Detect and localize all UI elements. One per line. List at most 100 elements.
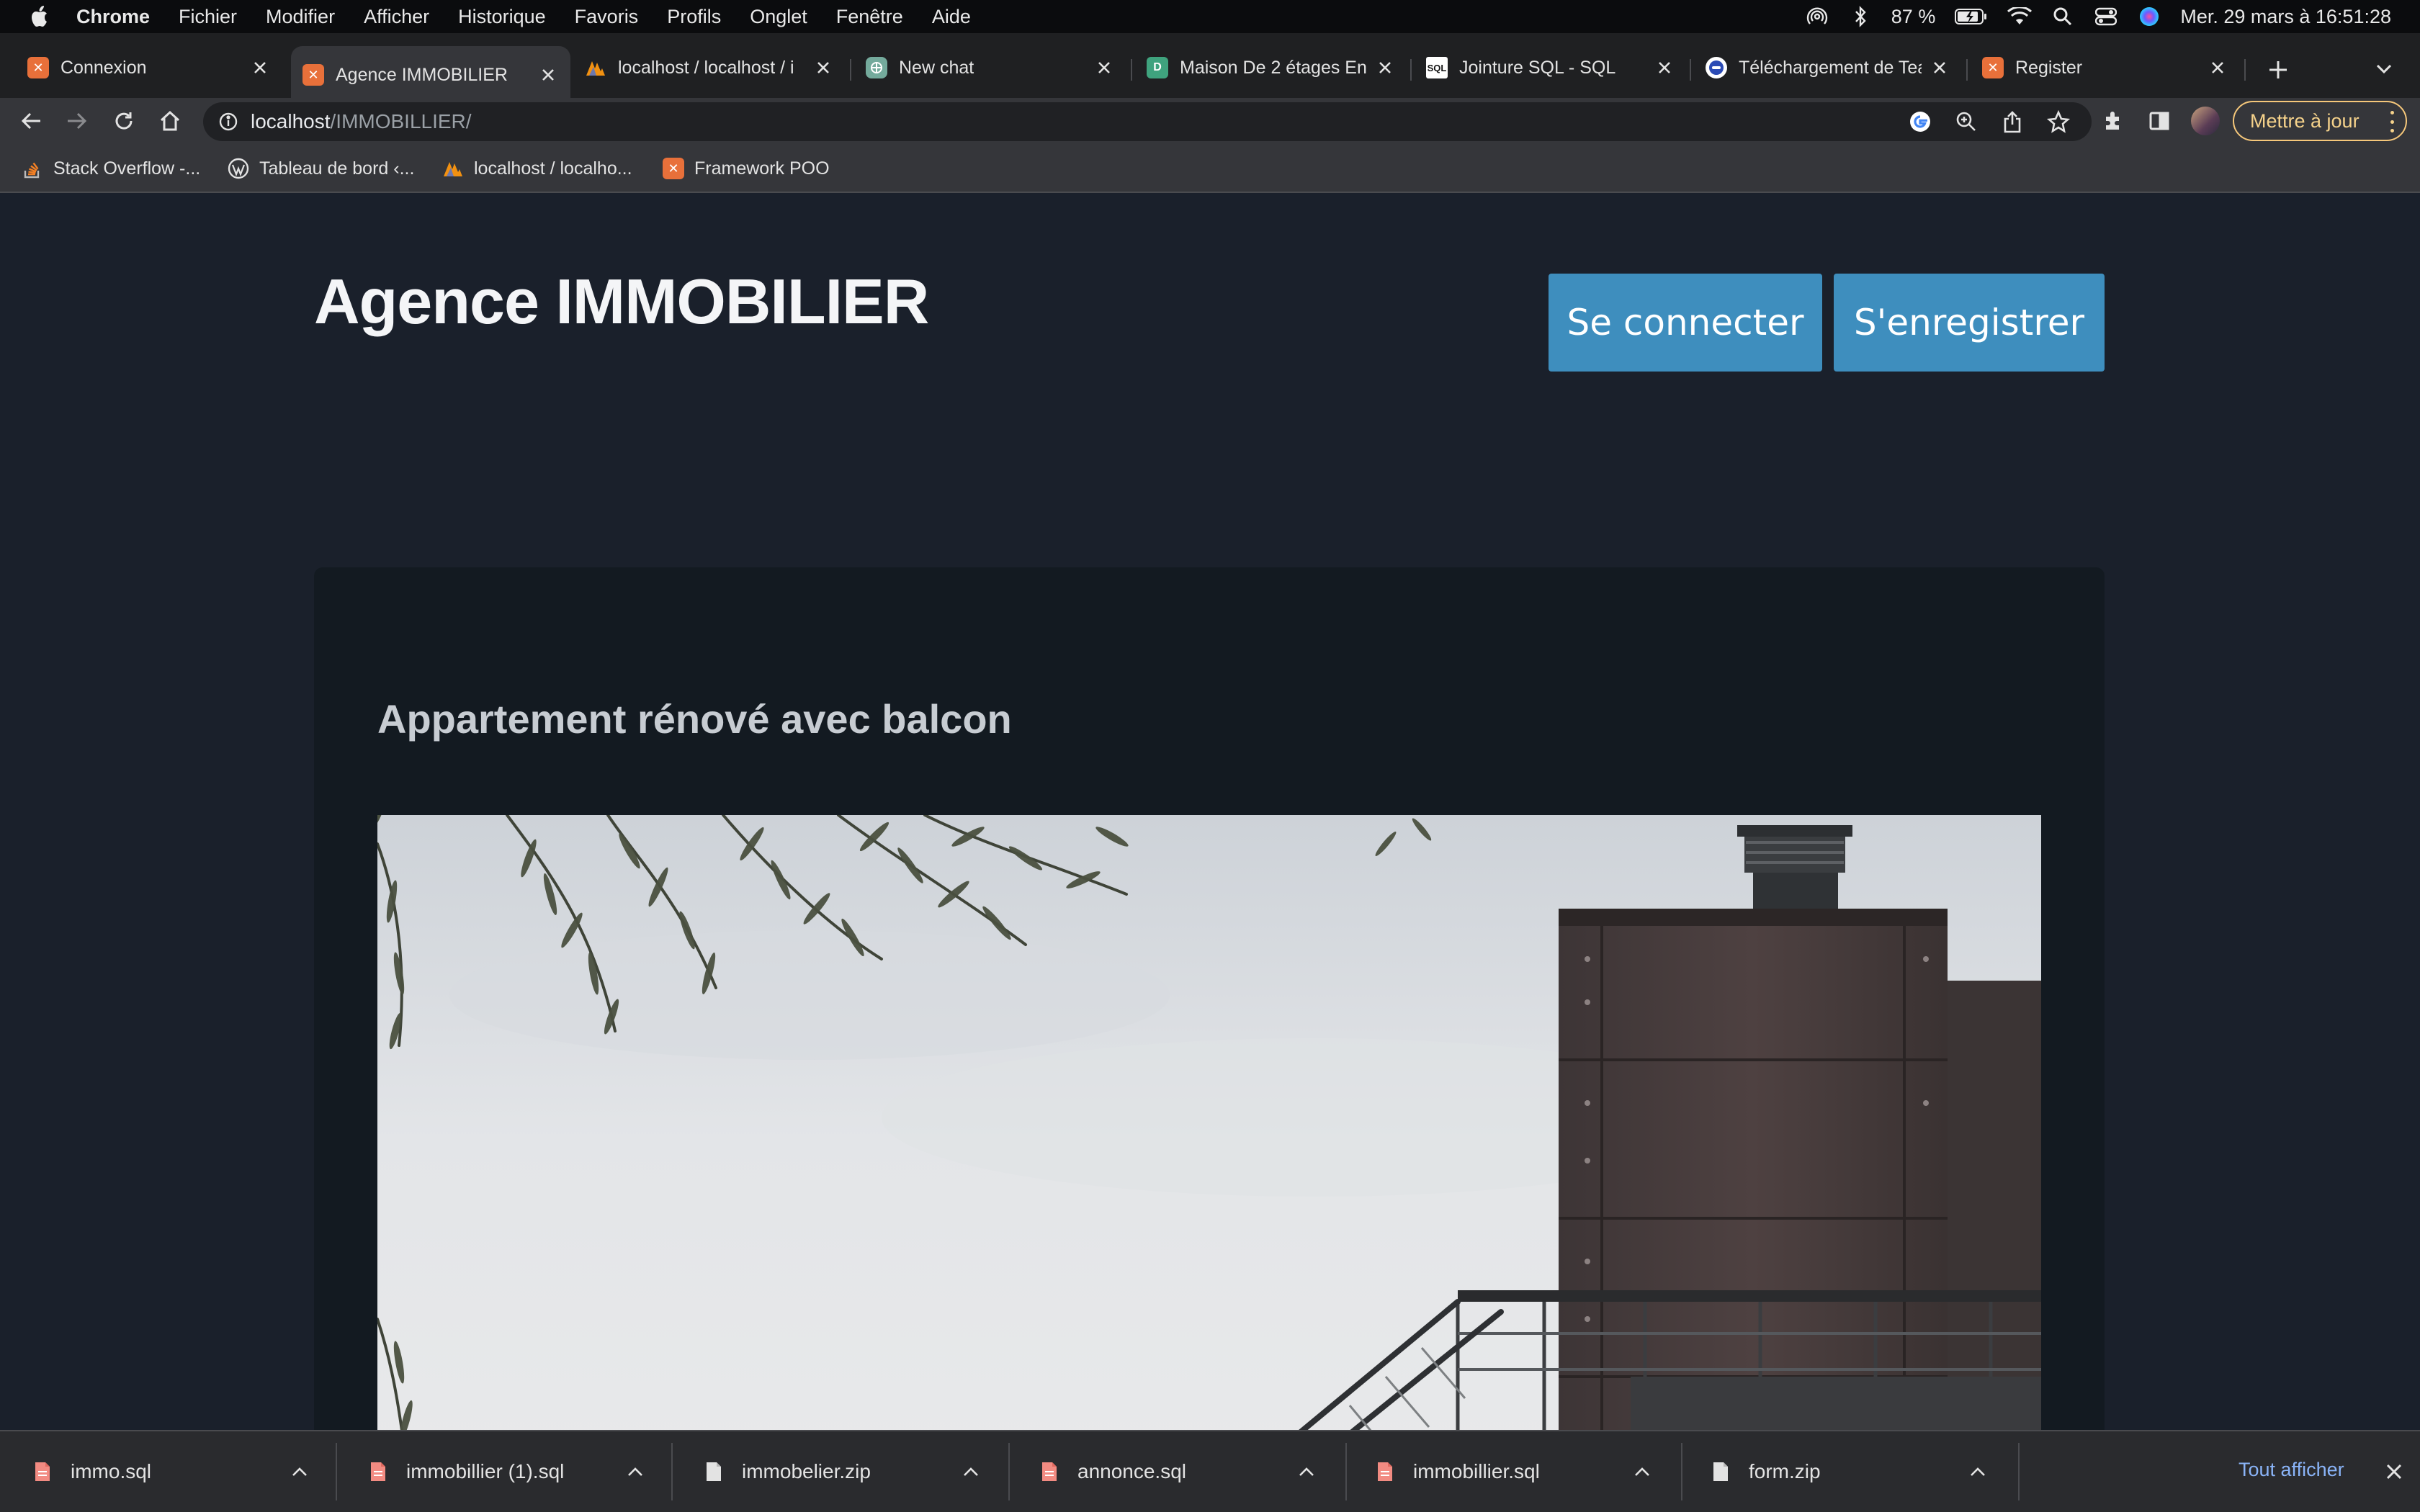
bookmark-label: Tableau de bord ‹... (259, 158, 415, 179)
bluetooth-icon[interactable] (1848, 4, 1873, 29)
siri-icon[interactable] (2137, 4, 2161, 29)
close-tab-icon[interactable] (812, 57, 834, 78)
xampp-icon: ✕ (663, 158, 684, 179)
bookmark-wordpress[interactable]: Tableau de bord ‹... (228, 154, 414, 183)
menu-afficher[interactable]: Afficher (364, 6, 429, 28)
tab-jointure-sql[interactable]: SQL Jointure SQL - SQL (1415, 49, 1687, 86)
spotlight-search-icon[interactable] (2051, 4, 2075, 29)
chevron-up-icon[interactable] (1294, 1459, 1319, 1485)
address-bar[interactable]: localhost/IMMOBILLIER/ (203, 102, 2092, 141)
listing-title[interactable]: Appartement rénové avec balcon (377, 696, 1012, 742)
menu-favoris[interactable]: Favoris (575, 6, 639, 28)
close-tab-icon[interactable] (1929, 57, 1950, 78)
stackoverflow-icon (22, 158, 43, 179)
wifi-icon[interactable] (2007, 4, 2033, 29)
tab-search-chevron-icon[interactable] (2370, 55, 2398, 84)
file-icon (1039, 1459, 1060, 1485)
more-menu-icon[interactable] (2388, 111, 2396, 132)
listing-card[interactable]: Appartement rénové avec balcon (314, 567, 2105, 1430)
download-item[interactable]: immobillier (1).sql (336, 1431, 648, 1512)
chevron-up-icon[interactable] (1965, 1459, 1991, 1485)
avatar (2191, 107, 2220, 135)
extensions-puzzle-icon[interactable] (2097, 105, 2129, 137)
bookmark-localhost[interactable]: localhost / localho... (442, 154, 632, 183)
tab-phpmyadmin[interactable]: localhost / localhost / i (573, 49, 846, 86)
close-icon[interactable] (2380, 1457, 2408, 1486)
close-tab-icon[interactable] (1374, 57, 1396, 78)
file-icon (367, 1459, 389, 1485)
share-icon[interactable] (1996, 106, 2028, 138)
update-chrome-button[interactable]: Mettre à jour (2233, 101, 2407, 141)
file-icon (1374, 1459, 1396, 1485)
site-icon: D (1147, 57, 1168, 78)
url-path: /IMMOBILLIER/ (330, 110, 472, 132)
menubar-clock[interactable]: Mer. 29 mars à 16:51:28 (2180, 6, 2391, 28)
new-tab-button[interactable] (2262, 53, 2295, 86)
download-item[interactable]: immobelier.zip (671, 1431, 984, 1512)
download-file-name: immobillier.sql (1413, 1460, 1540, 1482)
control-center-icon[interactable] (2094, 4, 2118, 29)
profile-avatar[interactable] (2190, 105, 2221, 137)
tab-register[interactable]: ✕ Register (1971, 49, 2240, 86)
tab-separator (2244, 59, 2246, 81)
menu-modifier[interactable]: Modifier (266, 6, 335, 28)
home-button[interactable] (154, 105, 186, 137)
close-tab-icon[interactable] (249, 57, 271, 78)
menu-fichier[interactable]: Fichier (179, 6, 237, 28)
close-tab-icon[interactable] (2207, 57, 2228, 78)
menu-app-name[interactable]: Chrome (76, 6, 150, 28)
chevron-up-icon[interactable] (1629, 1459, 1655, 1485)
battery-icon[interactable] (1954, 4, 1989, 29)
listing-photo[interactable] (377, 815, 2041, 1430)
menu-onglet[interactable]: Onglet (750, 6, 807, 28)
reload-button[interactable] (108, 105, 140, 137)
bookmark-label: Framework POO (694, 158, 830, 179)
back-button[interactable] (16, 105, 48, 137)
download-item[interactable]: annonce.sql (1007, 1431, 1319, 1512)
side-panel-icon[interactable] (2143, 105, 2175, 137)
phpmyadmin-icon (442, 158, 464, 179)
tab-title: Agence IMMOBILIER (336, 64, 508, 85)
tab-new-chat[interactable]: New chat (854, 49, 1126, 86)
update-label: Mettre à jour (2250, 109, 2360, 132)
login-button[interactable]: Se connecter (1549, 274, 1822, 372)
menu-fenetre[interactable]: Fenêtre (836, 6, 903, 28)
menu-profils[interactable]: Profils (667, 6, 721, 28)
downloads-shelf: immo.sql immobillier (1).sql immobelier.… (0, 1430, 2420, 1512)
tab-connexion[interactable]: ✕ Connexion (16, 49, 282, 86)
tab-title: Maison De 2 étages En (1180, 57, 1367, 78)
tab-title: localhost / localhost / i (618, 57, 794, 78)
apple-menu-icon[interactable] (26, 2, 55, 31)
download-item[interactable]: immobillier.sql (1343, 1431, 1655, 1512)
download-item[interactable]: immo.sql (0, 1431, 313, 1512)
url-text[interactable]: localhost/IMMOBILLIER/ (251, 110, 472, 133)
teams-icon (1706, 57, 1727, 78)
tab-strip: ✕ Connexion ✕ Agence IMMOBILIER localhos… (0, 33, 2420, 107)
tab-maison[interactable]: D Maison De 2 étages En (1135, 49, 1407, 86)
bookmark-framework-poo[interactable]: ✕ Framework POO (663, 154, 830, 183)
bookmark-stackoverflow[interactable]: Stack Overflow -... (22, 154, 200, 183)
close-tab-icon[interactable] (1654, 57, 1675, 78)
file-icon (703, 1459, 725, 1485)
menu-aide[interactable]: Aide (932, 6, 971, 28)
bookmark-label: localhost / localho... (474, 158, 632, 179)
tab-telechargement[interactable]: Téléchargement de Tea (1694, 49, 1962, 86)
airdrop-icon[interactable] (1805, 4, 1829, 29)
show-all-downloads-link[interactable]: Tout afficher (2238, 1459, 2344, 1481)
close-tab-icon[interactable] (537, 64, 559, 86)
zoom-icon[interactable] (1950, 106, 1982, 138)
tab-title: Téléchargement de Tea (1739, 57, 1922, 78)
register-button[interactable]: S'enregistrer (1834, 274, 2105, 372)
xampp-icon: ✕ (1982, 57, 2004, 78)
site-info-icon[interactable] (216, 109, 241, 134)
bookmark-star-icon[interactable] (2043, 106, 2074, 138)
forward-button[interactable] (60, 105, 92, 137)
chevron-up-icon[interactable] (958, 1459, 984, 1485)
download-item[interactable]: form.zip (1678, 1431, 1991, 1512)
close-tab-icon[interactable] (1093, 57, 1115, 78)
tab-agence-immobilier[interactable]: ✕ Agence IMMOBILIER (291, 46, 570, 104)
google-lens-icon[interactable] (1904, 106, 1936, 138)
menu-historique[interactable]: Historique (458, 6, 546, 28)
chevron-up-icon[interactable] (287, 1459, 313, 1485)
chevron-up-icon[interactable] (622, 1459, 648, 1485)
